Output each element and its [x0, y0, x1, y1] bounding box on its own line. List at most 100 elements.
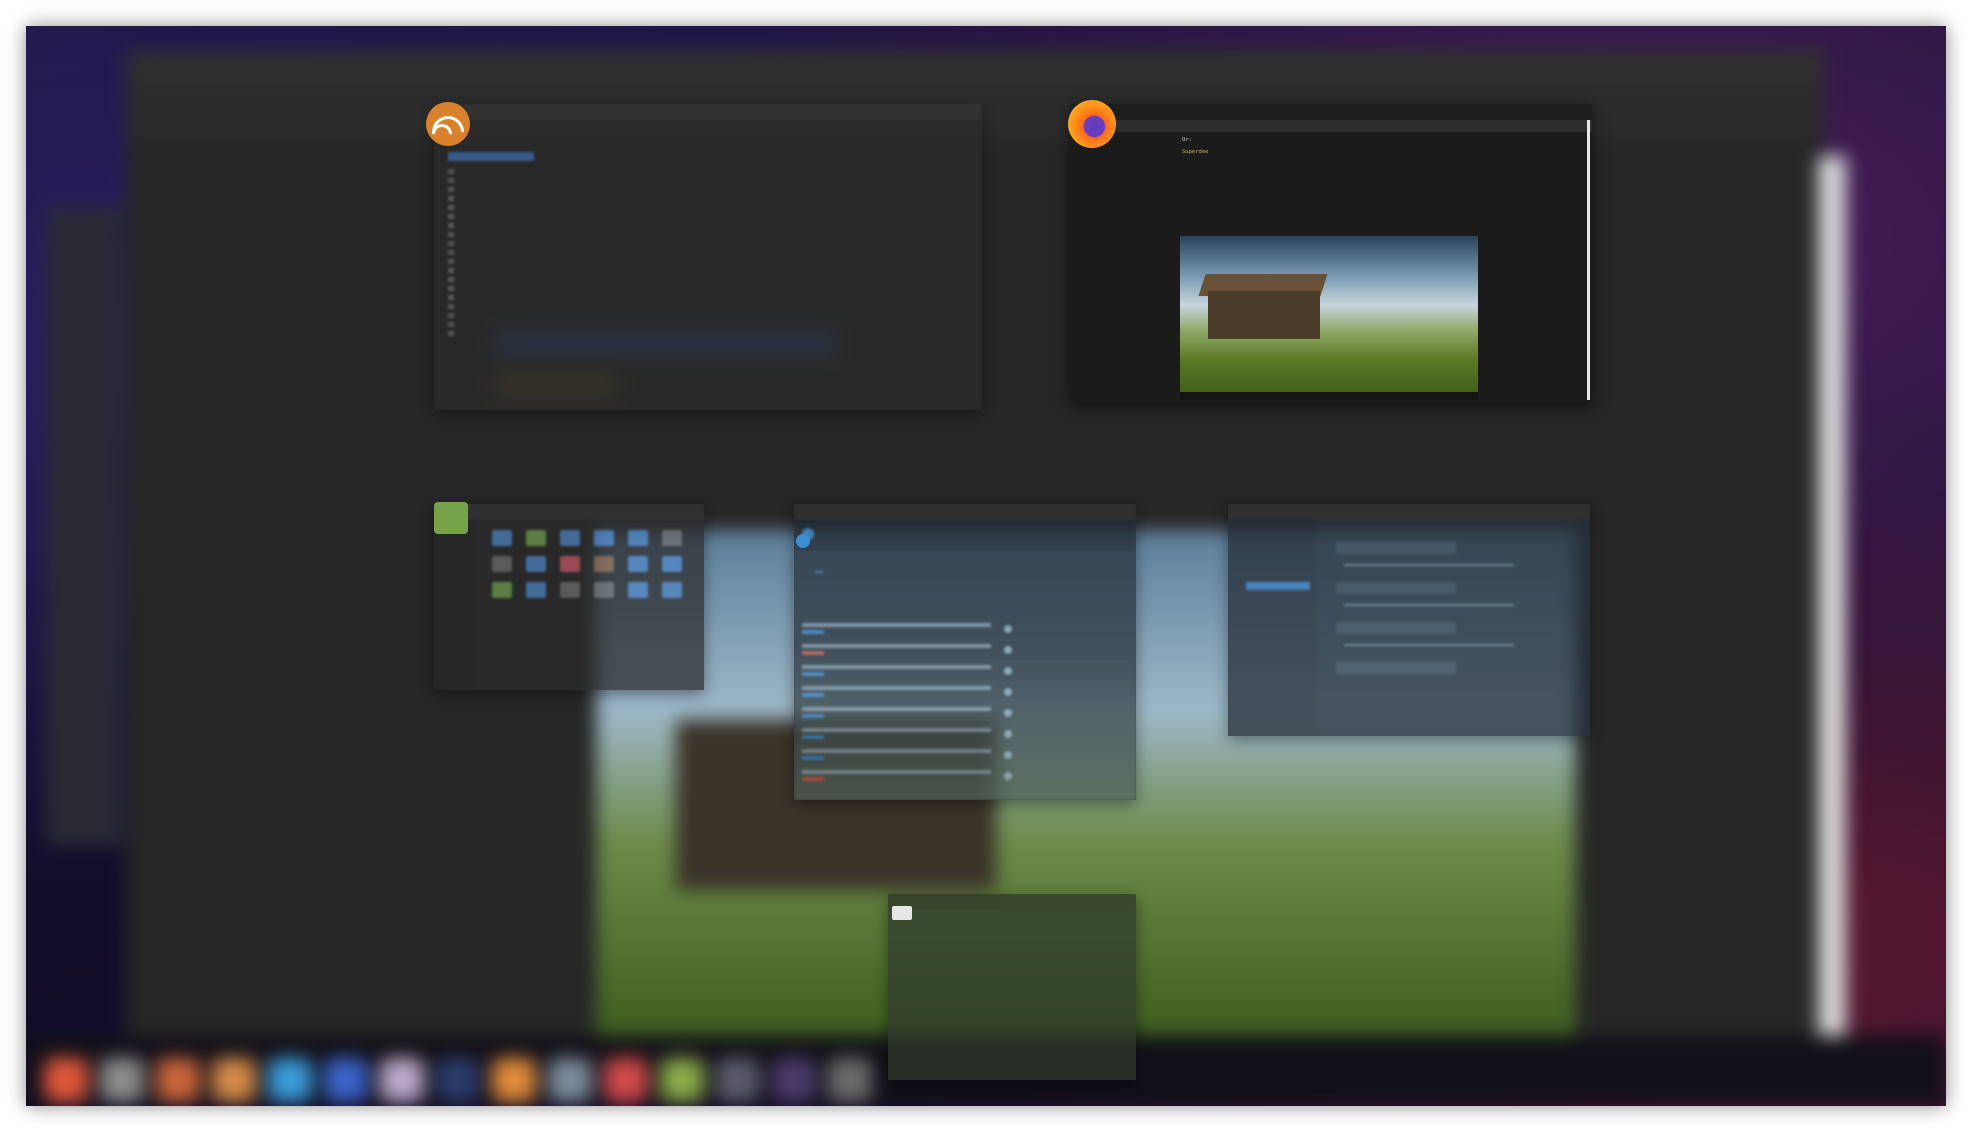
folder-icon[interactable]: [492, 582, 512, 598]
audio-message: [1322, 578, 1584, 618]
folder-icon[interactable]: [526, 582, 546, 598]
folder-icon[interactable]: [560, 556, 580, 572]
page-note: Superdee: [1182, 149, 1209, 155]
topic-title: [802, 686, 992, 690]
taskbar-app-icon: [604, 1058, 648, 1102]
topic-row[interactable]: [802, 725, 1128, 746]
window-thumbnail-feed-reader[interactable]: [434, 104, 982, 410]
audio-file-card[interactable]: [1336, 582, 1456, 594]
taskbar-app-icon: [548, 1058, 592, 1102]
topic-row[interactable]: [802, 620, 1128, 641]
topic-row[interactable]: [802, 683, 1128, 704]
feed-item[interactable]: [442, 284, 534, 293]
terminal-icon: [892, 906, 912, 920]
feed-item[interactable]: [442, 194, 534, 203]
topic-tag: [802, 777, 824, 781]
folder-icon: [434, 502, 468, 534]
audio-file-card[interactable]: [1336, 542, 1456, 554]
avatar: [1004, 730, 1013, 738]
topic-row[interactable]: [802, 704, 1128, 725]
feed-item[interactable]: [442, 221, 534, 230]
forum-tabs: [802, 558, 1128, 573]
folder-icon[interactable]: [594, 530, 614, 546]
feed-item[interactable]: [442, 320, 534, 329]
folder-icon[interactable]: [560, 530, 580, 546]
files-sidebar: [434, 520, 472, 690]
feed-item[interactable]: [442, 167, 534, 176]
topic-tag: [802, 756, 824, 760]
avatar: [1004, 688, 1013, 696]
folder-icon[interactable]: [594, 582, 614, 598]
feed-item[interactable]: [442, 185, 534, 194]
topic-title: [802, 728, 992, 732]
feed-item[interactable]: [442, 230, 534, 239]
topic-row[interactable]: [802, 767, 1128, 788]
feed-item[interactable]: [442, 302, 534, 311]
folder-icon[interactable]: [492, 530, 512, 546]
audio-file-card[interactable]: [1336, 622, 1456, 634]
audio-progress-bar[interactable]: [1344, 604, 1514, 606]
audio-progress-bar[interactable]: [1344, 644, 1514, 646]
topic-tag: [802, 714, 824, 718]
topic-row[interactable]: [802, 641, 1128, 662]
taskbar-app-icon: [44, 1058, 88, 1102]
scrollbar[interactable]: [1587, 120, 1590, 400]
folder-icon[interactable]: [628, 530, 648, 546]
topic-row[interactable]: [802, 662, 1128, 683]
folder-icon[interactable]: [594, 556, 614, 572]
feed-item-active[interactable]: [448, 152, 534, 161]
window-thumbnail-forum[interactable]: [794, 504, 1136, 800]
taskbar-app-icon: [660, 1058, 704, 1102]
feed-item[interactable]: [442, 176, 534, 185]
window-title: [1228, 504, 1590, 520]
window-thumbnail-firefox[interactable]: Or: Superdee: [1070, 104, 1592, 402]
forum-tab-active[interactable]: [815, 571, 824, 573]
topic-list: [802, 620, 1128, 788]
window-thumbnail-files[interactable]: [434, 504, 704, 690]
audio-file-card[interactable]: [1336, 662, 1456, 674]
window-title: [794, 504, 1136, 520]
folder-icon[interactable]: [662, 582, 682, 598]
taskbar-app-icon: [828, 1058, 872, 1102]
folder-icon[interactable]: [560, 582, 580, 598]
feed-item[interactable]: [442, 239, 534, 248]
feed-item[interactable]: [442, 257, 534, 266]
background-scrollbar: [1818, 156, 1846, 1036]
feed-item[interactable]: [442, 329, 534, 338]
topic-title: [802, 644, 992, 648]
topic-tag: [802, 693, 824, 697]
taskbar-app-icon: [324, 1058, 368, 1102]
avatar: [1004, 625, 1013, 633]
topic-tag: [802, 651, 824, 655]
taskbar-app-icon: [156, 1058, 200, 1102]
window-title: [434, 104, 982, 120]
wallpaper-screenshot: [1180, 236, 1478, 400]
topic-title: [802, 707, 992, 711]
feed-item[interactable]: [442, 266, 534, 275]
window-thumbnail-chat[interactable]: [1228, 504, 1590, 736]
feed-item[interactable]: [442, 311, 534, 320]
audio-message: [1322, 658, 1584, 698]
house: [1208, 291, 1320, 339]
folder-icon[interactable]: [492, 556, 512, 572]
feed-item[interactable]: [442, 293, 534, 302]
feed-item[interactable]: [442, 248, 534, 257]
avatar: [1004, 646, 1013, 654]
feed-item[interactable]: [442, 203, 534, 212]
folder-icon[interactable]: [628, 556, 648, 572]
folder-icon[interactable]: [662, 530, 682, 546]
folder-icon[interactable]: [526, 556, 546, 572]
folder-icon[interactable]: [628, 582, 648, 598]
window-thumbnail-terminal[interactable]: [888, 894, 1136, 1080]
feed-item[interactable]: [442, 275, 534, 284]
feed-item[interactable]: [442, 212, 534, 221]
audio-progress-bar[interactable]: [1344, 564, 1514, 566]
avatar: [1004, 751, 1013, 759]
taskbar-app-icon: [268, 1058, 312, 1102]
topic-row[interactable]: [802, 746, 1128, 767]
folder-icon[interactable]: [662, 556, 682, 572]
message-list: [1322, 526, 1584, 698]
room-item-active[interactable]: [1246, 582, 1310, 590]
taskbar-app-icon: [492, 1058, 536, 1102]
folder-icon[interactable]: [526, 530, 546, 546]
